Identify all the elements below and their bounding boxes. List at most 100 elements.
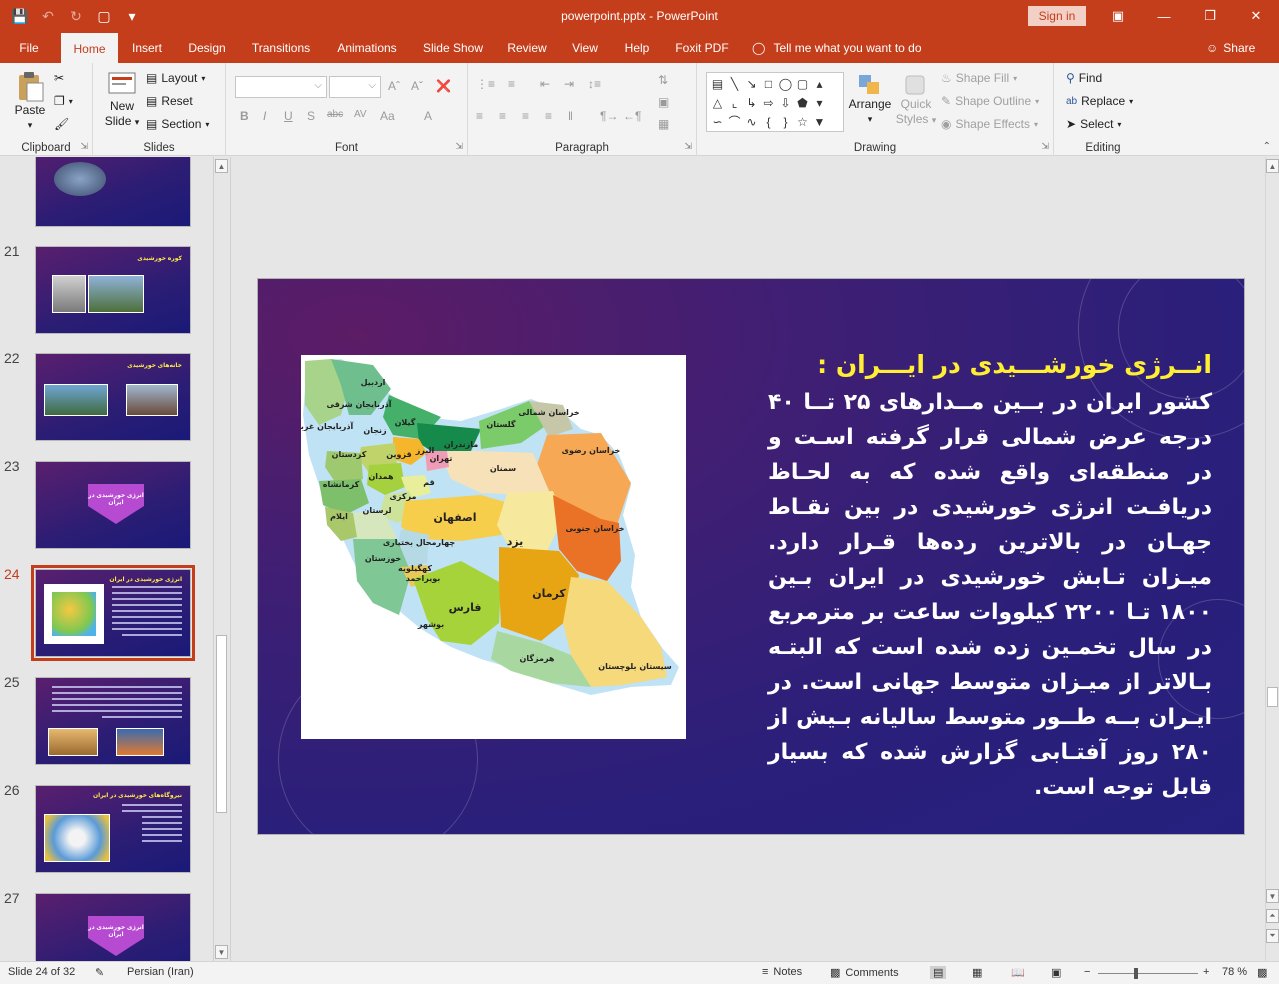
gallery-more-icon[interactable]: ▼ <box>811 112 828 131</box>
font-size-combo[interactable]: ⌵ <box>329 76 381 98</box>
close-icon[interactable]: ✕ <box>1233 4 1279 28</box>
layout-button[interactable]: ▤ Layout ▾ <box>146 71 205 85</box>
down-arrow-shape-icon[interactable]: ⇩ <box>777 93 794 112</box>
shapes-gallery[interactable]: ▤ ╲ ↘ □ ◯ ▢ ▴ △ ⌞ ↳ ⇨ ⇩ ⬟ ▾ ∽ ⌒ ∿ { } ☆ … <box>706 72 844 132</box>
rtl-icon[interactable]: ←¶ <box>623 109 641 123</box>
new-slide-button[interactable]: New Slide ▾ <box>101 69 143 130</box>
bullets-icon[interactable]: ⋮≡ <box>476 77 495 91</box>
tab-animations[interactable]: Animations <box>329 33 405 63</box>
share-button[interactable]: ☺ Share <box>1206 33 1255 63</box>
tab-home[interactable]: Home <box>61 33 118 64</box>
oval-shape-icon[interactable]: ◯ <box>777 74 794 93</box>
sign-in-button[interactable]: Sign in <box>1028 6 1086 26</box>
replace-button[interactable]: ab Replace ▾ <box>1066 94 1133 108</box>
comments-button[interactable]: ▩ Comments <box>830 966 899 980</box>
scroll-down-icon[interactable]: ▼ <box>1266 889 1279 903</box>
clear-formatting-icon[interactable]: ❌ <box>436 79 451 93</box>
normal-view-icon[interactable]: ▤ <box>930 966 947 979</box>
decrease-font-icon[interactable]: Aˇ <box>411 79 423 93</box>
right-brace-shape-icon[interactable]: } <box>777 112 794 131</box>
zoom-level[interactable]: 78 % <box>1222 966 1247 978</box>
line-spacing-icon[interactable]: ↕≡ <box>588 77 601 91</box>
scrollbar-thumb[interactable] <box>1267 687 1278 707</box>
clipboard-launcher-icon[interactable]: ⇲ <box>80 141 88 152</box>
smartart-icon[interactable]: ▦ <box>658 117 669 131</box>
arc-shape-icon[interactable]: ⌒ <box>726 112 743 131</box>
language-indicator[interactable]: Persian (Iran) <box>127 966 194 978</box>
freeform-shape-icon[interactable]: ∿ <box>743 112 760 131</box>
tab-review[interactable]: Review <box>501 33 553 63</box>
collapse-ribbon-icon[interactable]: ⌃ <box>1263 141 1271 152</box>
scroll-down-icon[interactable]: ▼ <box>215 945 228 959</box>
slide-thumbnail[interactable] <box>35 677 191 765</box>
paste-button[interactable]: Paste ▾ <box>8 71 52 133</box>
find-button[interactable]: ⚲ Find <box>1066 71 1102 85</box>
text-direction-icon[interactable]: ⇅ <box>658 73 668 87</box>
char-spacing-icon[interactable]: AV <box>354 109 367 120</box>
quick-styles-button[interactable]: Quick Styles ▾ <box>895 73 937 128</box>
tab-view[interactable]: View <box>565 33 605 63</box>
ribbon-display-options-icon[interactable]: ▣ <box>1095 4 1141 28</box>
cut-icon[interactable]: ✂ <box>54 71 64 85</box>
increase-indent-icon[interactable]: ⇥ <box>564 77 574 91</box>
arrow-line-shape-icon[interactable]: ↘ <box>743 74 760 93</box>
slide-thumbnail[interactable]: نیروگاه‌های خورشیدی در ایران <box>35 785 191 873</box>
tab-foxit-pdf[interactable]: Foxit PDF <box>669 33 735 63</box>
tab-slide-show[interactable]: Slide Show <box>417 33 489 63</box>
scrollbar-thumb[interactable] <box>216 635 227 813</box>
slide-thumbnail-selected[interactable]: انرژی خورشیدی در ایران <box>31 565 195 661</box>
spelling-icon[interactable]: ✎ <box>95 966 104 979</box>
rectangle-shape-icon[interactable]: □ <box>760 74 777 93</box>
select-button[interactable]: ➤ Select ▾ <box>1066 117 1121 131</box>
right-arrow-shape-icon[interactable]: ⇨ <box>760 93 777 112</box>
tab-design[interactable]: Design <box>181 33 233 63</box>
elbow-shape-icon[interactable]: ⌞ <box>726 93 743 112</box>
zoom-out-icon[interactable]: − <box>1084 966 1090 978</box>
section-button[interactable]: ▤ Section ▾ <box>146 117 209 131</box>
textbox-shape-icon[interactable]: ▤ <box>709 74 726 93</box>
paragraph-launcher-icon[interactable]: ⇲ <box>684 141 692 152</box>
align-center-icon[interactable]: ≡ <box>499 109 506 123</box>
current-slide[interactable]: اردبیل آذربایجان شرقی آذربایجان غربی زنجان گ… <box>257 278 1245 835</box>
font-launcher-icon[interactable]: ⇲ <box>455 141 463 152</box>
scroll-up-icon[interactable]: ▲ <box>215 159 228 173</box>
zoom-slider-handle[interactable] <box>1134 968 1138 979</box>
previous-slide-icon[interactable]: ⏶ <box>1266 909 1279 923</box>
reading-view-icon[interactable]: 📖 <box>1011 966 1025 979</box>
slide-thumbnail[interactable]: انرژی خورشیدی در ایران <box>35 461 191 549</box>
next-slide-icon[interactable]: ⏷ <box>1266 929 1279 943</box>
star-shape-icon[interactable]: ☆ <box>794 112 811 131</box>
slide-sorter-icon[interactable]: ▦ <box>972 966 982 979</box>
strikethrough-icon[interactable]: abc <box>327 109 343 120</box>
bold-icon[interactable]: B <box>240 109 249 123</box>
curve-shape-icon[interactable]: ∽ <box>709 112 726 131</box>
tell-me-box[interactable]: ◯ Tell me what you want to do <box>752 33 922 63</box>
shadow-icon[interactable]: S <box>307 109 315 123</box>
align-right-icon[interactable]: ≡ <box>522 109 529 123</box>
slide-thumbnail[interactable]: انرژی خورشیدی در ایران <box>35 893 191 961</box>
tab-insert[interactable]: Insert <box>124 33 170 63</box>
slide-show-icon[interactable]: ▣ <box>1051 966 1061 979</box>
rounded-rect-shape-icon[interactable]: ▢ <box>794 74 811 93</box>
increase-font-icon[interactable]: Aˆ <box>388 79 400 93</box>
line-shape-icon[interactable]: ╲ <box>726 74 743 93</box>
left-brace-shape-icon[interactable]: { <box>760 112 777 131</box>
restore-icon[interactable]: ❐ <box>1187 4 1233 28</box>
tab-help[interactable]: Help <box>617 33 657 63</box>
font-name-combo[interactable]: ⌵ <box>235 76 327 98</box>
italic-icon[interactable]: I <box>263 109 266 123</box>
change-case-icon[interactable]: Aa <box>380 109 395 123</box>
format-painter-icon[interactable]: 🖌 <box>54 117 69 131</box>
shape-outline-button[interactable]: ✎ Shape Outline ▾ <box>941 94 1039 108</box>
tab-file[interactable]: File <box>8 33 50 63</box>
gallery-up-icon[interactable]: ▴ <box>811 74 828 93</box>
fit-to-window-icon[interactable]: ▩ <box>1257 966 1267 979</box>
slide-thumbnail[interactable]: خانه‌های خورشیدی <box>35 353 191 441</box>
notes-button[interactable]: ≡ Notes <box>762 966 802 978</box>
reset-button[interactable]: ▤ Reset <box>146 94 193 108</box>
pentagon-shape-icon[interactable]: ⬟ <box>794 93 811 112</box>
shape-fill-button[interactable]: ♨ Shape Fill ▾ <box>941 71 1017 85</box>
underline-icon[interactable]: U <box>284 109 293 123</box>
elbow-arrow-shape-icon[interactable]: ↳ <box>743 93 760 112</box>
zoom-in-icon[interactable]: + <box>1203 966 1209 978</box>
